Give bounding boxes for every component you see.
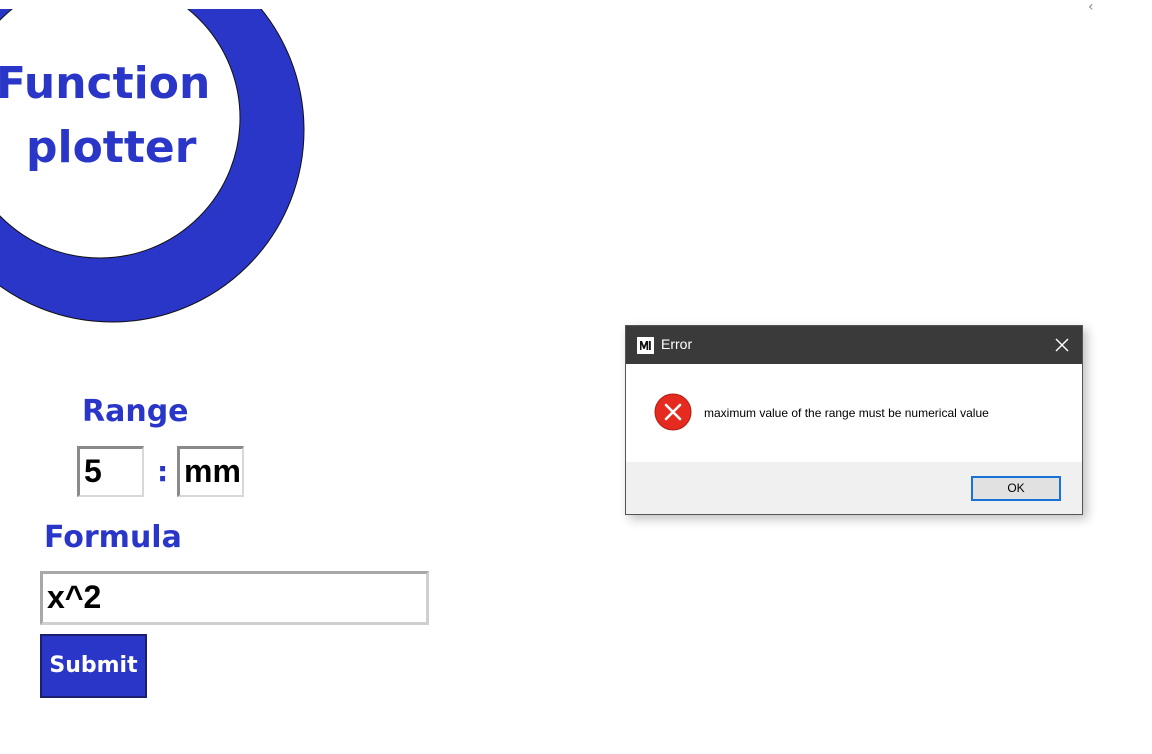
dialog-message: maximum value of the range must be numer… [704, 406, 989, 420]
dialog-body: maximum value of the range must be numer… [626, 364, 1082, 462]
range-label: Range [82, 394, 189, 429]
error-dialog: Error maximum value of the range must be… [625, 325, 1083, 515]
ok-button[interactable]: OK [971, 476, 1061, 501]
range-max-input[interactable]: mm [177, 446, 244, 497]
close-icon[interactable] [1052, 335, 1072, 355]
dialog-footer: OK [626, 462, 1082, 514]
dialog-title: Error [661, 336, 693, 352]
range-min-input[interactable]: 5 [77, 446, 144, 497]
logo-title-line1: Function [0, 58, 211, 109]
error-icon [654, 393, 692, 431]
app-icon [637, 337, 654, 354]
logo: Function plotter [0, 0, 320, 330]
formula-input[interactable]: x^2 [40, 571, 429, 625]
dialog-titlebar[interactable]: Error [626, 326, 1082, 364]
formula-label: Formula [44, 520, 182, 555]
logo-title-line2: plotter [26, 122, 197, 173]
submit-button[interactable]: Submit [40, 634, 147, 698]
range-separator: : [157, 455, 169, 488]
chevron-left-icon[interactable]: ‹ [1088, 0, 1094, 14]
